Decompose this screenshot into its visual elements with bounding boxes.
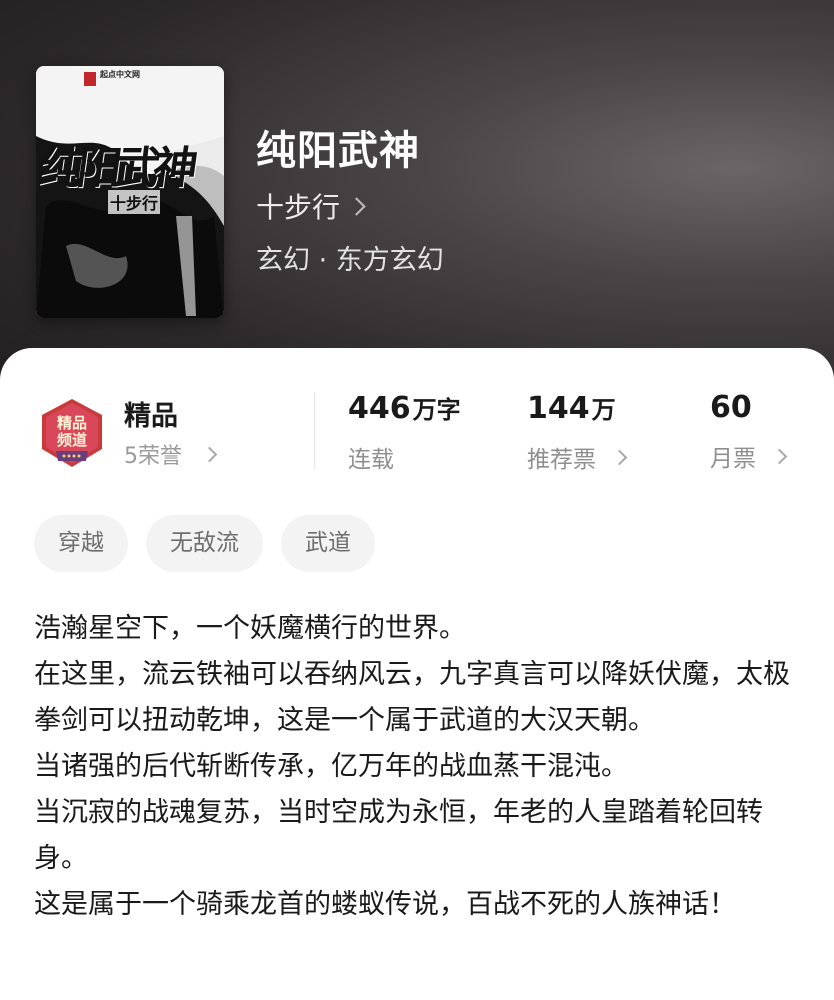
monthly-votes-value: 60	[710, 390, 752, 425]
stats-divider	[314, 392, 315, 470]
quality-title: 精品	[124, 401, 178, 432]
medal-line-2: 频道	[57, 431, 87, 449]
recommend-votes-unit: 万	[591, 396, 616, 424]
chevron-right-icon	[347, 196, 366, 216]
author-name: 十步行	[256, 191, 341, 224]
tag-chip[interactable]: 无敌流	[146, 515, 263, 572]
book-genre: 玄幻 · 东方玄幻	[256, 245, 444, 276]
description-paragraph: 当诸强的后代斩断传承，亿万年的战血蒸干混沌。	[34, 751, 628, 782]
chevron-right-icon	[771, 448, 788, 464]
honor-count: 5荣誉	[124, 444, 182, 469]
chevron-right-icon	[611, 449, 628, 465]
tag-chip[interactable]: 穿越	[34, 515, 128, 572]
tag-chip[interactable]: 武道	[281, 515, 375, 572]
word-count-unit: 万字	[412, 396, 461, 424]
description-paragraph: 浩瀚星空下，一个妖魔横行的世界。	[34, 613, 466, 644]
monthly-votes-label: 月票	[710, 446, 756, 472]
cover-publisher-badge	[84, 72, 96, 86]
description-paragraph: 当沉寂的战魂复苏，当时空成为永恒，年老的人皇踏着轮回转身。	[34, 797, 763, 874]
description-paragraph: 在这里，流云铁袖可以吞纳风云，九字真言可以降妖伏魔，太极拳剑可以扭动乾坤，这是一…	[34, 659, 790, 736]
serial-status: 连载	[348, 447, 394, 473]
quality-medal-icon[interactable]: 精品 频道	[36, 397, 108, 469]
stat-recommend-votes[interactable]: 144 万 推荐票	[527, 390, 628, 474]
stat-word-count: 446 万字 连载	[348, 390, 461, 474]
chevron-right-icon	[201, 446, 218, 462]
medal-line-1: 精品	[57, 414, 87, 432]
cover-publisher-text: 起点中文网	[100, 69, 140, 79]
recommend-votes-label: 推荐票	[527, 447, 596, 473]
cover-title-text: 纯阳武神	[36, 143, 195, 194]
recommend-votes-value: 144	[527, 391, 590, 426]
word-count-value: 446	[348, 391, 411, 426]
author-link[interactable]: 十步行	[256, 186, 366, 226]
honor-link[interactable]: 5荣誉	[124, 438, 218, 470]
book-cover[interactable]: 起点中文网 纯阳武神 十步行	[36, 66, 224, 318]
tag-list: 穿越 无敌流 武道	[34, 515, 375, 572]
cover-author-text: 十步行	[108, 190, 161, 214]
book-title: 纯阳武神	[256, 127, 420, 174]
book-description: 浩瀚星空下，一个妖魔横行的世界。 在这里，流云铁袖可以吞纳风云，九字真言可以降妖…	[34, 606, 804, 928]
stat-monthly-votes[interactable]: 60 月票	[710, 390, 788, 473]
description-paragraph: 这是属于一个骑乘龙首的蝼蚁传说，百战不死的人族神话！	[34, 889, 736, 920]
